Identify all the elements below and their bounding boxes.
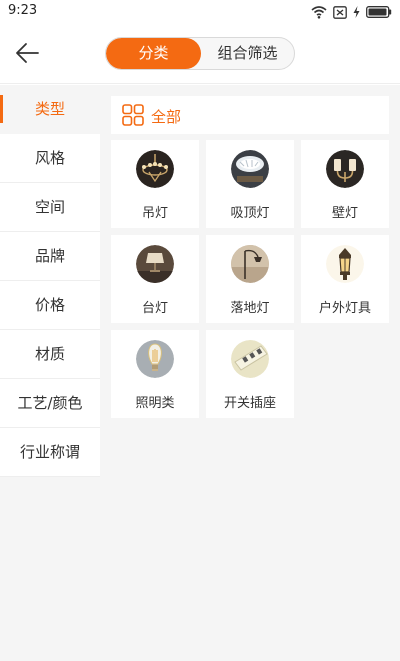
segment-control: 分类 组合筛选 bbox=[105, 37, 295, 70]
battery-icon bbox=[366, 6, 392, 18]
sidebar-item-style[interactable]: 风格 bbox=[0, 134, 100, 183]
all-categories-row[interactable]: 全部 bbox=[111, 96, 389, 134]
category-content: 全部 吊灯 吸顶灯 壁灯 台灯 落地灯 户外灯具 照明类 开关插座 bbox=[100, 85, 400, 661]
sidebar-item-price[interactable]: 价格 bbox=[0, 281, 100, 330]
sidebar-item-material[interactable]: 材质 bbox=[0, 330, 100, 379]
category-label: 开关插座 bbox=[223, 396, 276, 411]
wifi-icon bbox=[311, 6, 327, 19]
switch-socket-icon bbox=[231, 340, 269, 378]
sidebar-item-label: 工艺/颜色 bbox=[17, 394, 83, 412]
active-indicator bbox=[0, 95, 3, 123]
category-label: 台灯 bbox=[141, 301, 168, 316]
outdoor-lantern-icon bbox=[326, 245, 364, 283]
sim-icon bbox=[333, 5, 347, 19]
back-arrow-icon bbox=[16, 43, 39, 63]
status-time: 9:23 bbox=[8, 3, 38, 18]
sidebar: 类型 风格 空间 品牌 价格 材质 工艺/颜色 行业称谓 bbox=[0, 85, 100, 661]
all-categories-label: 全部 bbox=[151, 108, 182, 126]
category-label: 吊灯 bbox=[141, 206, 168, 221]
category-tile-switch-socket[interactable]: 开关插座 bbox=[206, 330, 294, 418]
category-tile-chandelier[interactable]: 吊灯 bbox=[111, 140, 199, 228]
grid-icon bbox=[122, 104, 144, 126]
sidebar-item-label: 价格 bbox=[34, 296, 65, 314]
category-tile-wall-lamp[interactable]: 壁灯 bbox=[301, 140, 389, 228]
header: 分类 组合筛选 bbox=[0, 24, 400, 84]
sidebar-item-label: 行业称谓 bbox=[19, 443, 80, 461]
ceiling-light-icon bbox=[231, 150, 269, 188]
sidebar-item-industry[interactable]: 行业称谓 bbox=[0, 428, 100, 477]
category-tile-table-lamp[interactable]: 台灯 bbox=[111, 235, 199, 323]
category-label: 照明类 bbox=[135, 396, 175, 411]
sidebar-item-brand[interactable]: 品牌 bbox=[0, 232, 100, 281]
light-bulb-icon bbox=[136, 340, 174, 378]
category-label: 吸顶灯 bbox=[230, 206, 270, 221]
sidebar-item-space[interactable]: 空间 bbox=[0, 183, 100, 232]
category-tile-lighting[interactable]: 照明类 bbox=[111, 330, 199, 418]
wall-lamp-icon bbox=[326, 150, 364, 188]
sidebar-item-label: 品牌 bbox=[34, 247, 65, 265]
sidebar-item-craft-color[interactable]: 工艺/颜色 bbox=[0, 379, 100, 428]
sidebar-item-label: 空间 bbox=[34, 198, 65, 216]
category-tile-floor-lamp[interactable]: 落地灯 bbox=[206, 235, 294, 323]
sidebar-item-label: 材质 bbox=[34, 345, 65, 363]
table-lamp-icon bbox=[136, 245, 174, 283]
category-tile-outdoor-lantern[interactable]: 户外灯具 bbox=[301, 235, 389, 323]
status-icons bbox=[311, 4, 392, 20]
status-bar: 9:23 bbox=[0, 0, 400, 24]
category-tile-ceiling-light[interactable]: 吸顶灯 bbox=[206, 140, 294, 228]
sidebar-item-type[interactable]: 类型 bbox=[0, 85, 100, 134]
tab-combined-filter[interactable]: 组合筛选 bbox=[201, 38, 294, 69]
sidebar-item-label: 风格 bbox=[34, 149, 65, 167]
category-label: 落地灯 bbox=[230, 301, 270, 316]
tab-category[interactable]: 分类 bbox=[106, 38, 201, 69]
floor-lamp-icon bbox=[231, 245, 269, 283]
category-label: 户外灯具 bbox=[318, 301, 371, 316]
back-button[interactable] bbox=[10, 36, 44, 70]
sidebar-item-label: 类型 bbox=[34, 100, 65, 118]
charging-icon bbox=[353, 6, 360, 18]
category-label: 壁灯 bbox=[331, 206, 358, 221]
chandelier-icon bbox=[136, 150, 174, 188]
